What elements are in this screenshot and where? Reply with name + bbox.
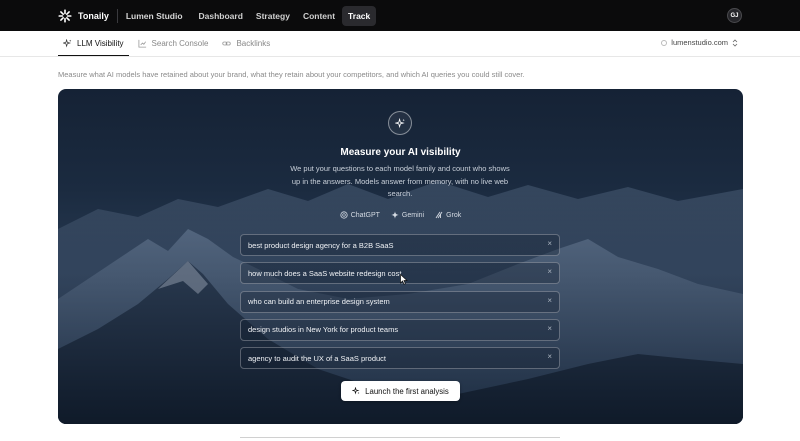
query-text: agency to audit the UX of a SaaS product xyxy=(248,353,387,363)
remove-query-icon[interactable]: × xyxy=(547,352,552,361)
tab-search-console[interactable]: Search Console xyxy=(133,31,214,56)
launch-analysis-button[interactable]: Launch the first analysis xyxy=(341,381,460,401)
grok-icon xyxy=(435,211,443,219)
chart-icon xyxy=(138,39,146,48)
tab-label: LLM Visibility xyxy=(77,38,124,48)
remove-query-icon[interactable]: × xyxy=(547,324,552,333)
page-intro: Measure what AI models have retained abo… xyxy=(58,70,525,79)
model-label: ChatGPT xyxy=(350,211,380,219)
chevron-updown-icon xyxy=(732,38,738,47)
model-gemini: Gemini xyxy=(391,211,424,219)
remove-query-icon[interactable]: × xyxy=(547,239,552,248)
hero-description: We put your questions to each model fami… xyxy=(290,164,510,198)
query-text: design studios in New York for product t… xyxy=(248,325,399,335)
nav-dashboard[interactable]: Dashboard xyxy=(193,6,249,26)
sparkle-icon xyxy=(394,117,405,128)
tab-label: Backlinks xyxy=(236,39,271,48)
tab-backlinks[interactable]: Backlinks xyxy=(217,31,275,56)
model-list: ChatGPT Gemini Grok xyxy=(58,211,743,219)
query-field[interactable]: agency to audit the UX of a SaaS product… xyxy=(240,347,560,370)
query-list: best product design agency for a B2B Saa… xyxy=(240,234,560,375)
domain-selector[interactable]: lumenstudio.com xyxy=(661,38,738,47)
hero-title: Measure your AI visibility xyxy=(340,147,461,158)
query-field[interactable]: best product design agency for a B2B Saa… xyxy=(240,234,560,256)
nav-track[interactable]: Track xyxy=(342,5,377,26)
brand-logo[interactable]: Tonaily xyxy=(58,8,109,23)
openai-icon xyxy=(340,211,348,219)
workspace-name[interactable]: Lumen Studio xyxy=(126,11,183,21)
user-avatar[interactable]: GJ xyxy=(727,8,742,23)
hero-content: Measure your AI visibility We put your q… xyxy=(58,89,743,424)
globe-icon xyxy=(661,39,668,46)
model-label: Gemini xyxy=(401,211,425,219)
gemini-icon xyxy=(391,211,399,219)
top-navigation: Tonaily Lumen Studio Dashboard Strategy … xyxy=(0,0,800,31)
nav-strategy[interactable]: Strategy xyxy=(250,6,296,26)
query-field[interactable]: who can build an enterprise design syste… xyxy=(240,290,560,313)
bottom-divider xyxy=(240,437,560,438)
query-text: how much does a SaaS website redesign co… xyxy=(248,268,402,278)
remove-query-icon[interactable]: × xyxy=(547,267,552,276)
sub-navigation: LLM Visibility Search Console Backlinks … xyxy=(0,31,800,57)
tab-llm-visibility[interactable]: LLM Visibility xyxy=(58,31,129,56)
sparkle-icon xyxy=(63,38,72,47)
mouse-cursor-icon xyxy=(400,274,408,285)
model-grok: Grok xyxy=(435,211,461,219)
link-icon xyxy=(222,41,232,46)
query-text: best product design agency for a B2B Saa… xyxy=(248,240,394,250)
brand-name: Tonaily xyxy=(78,10,109,21)
model-label: Grok xyxy=(446,211,462,219)
tab-label: Search Console xyxy=(151,39,209,48)
query-field[interactable]: design studios in New York for product t… xyxy=(240,318,560,341)
sparkle-icon xyxy=(352,387,360,395)
ai-visibility-hero: Measure your AI visibility We put your q… xyxy=(58,89,743,424)
query-text: who can build an enterprise design syste… xyxy=(248,297,390,307)
domain-label: lumenstudio.com xyxy=(671,38,728,47)
launch-label: Launch the first analysis xyxy=(365,386,449,396)
remove-query-icon[interactable]: × xyxy=(547,296,552,305)
nav-content[interactable]: Content xyxy=(297,6,341,26)
sparkle-badge xyxy=(388,111,412,135)
nav-divider xyxy=(116,8,118,23)
model-chatgpt: ChatGPT xyxy=(340,211,380,219)
tonaily-logo-icon xyxy=(58,8,72,23)
